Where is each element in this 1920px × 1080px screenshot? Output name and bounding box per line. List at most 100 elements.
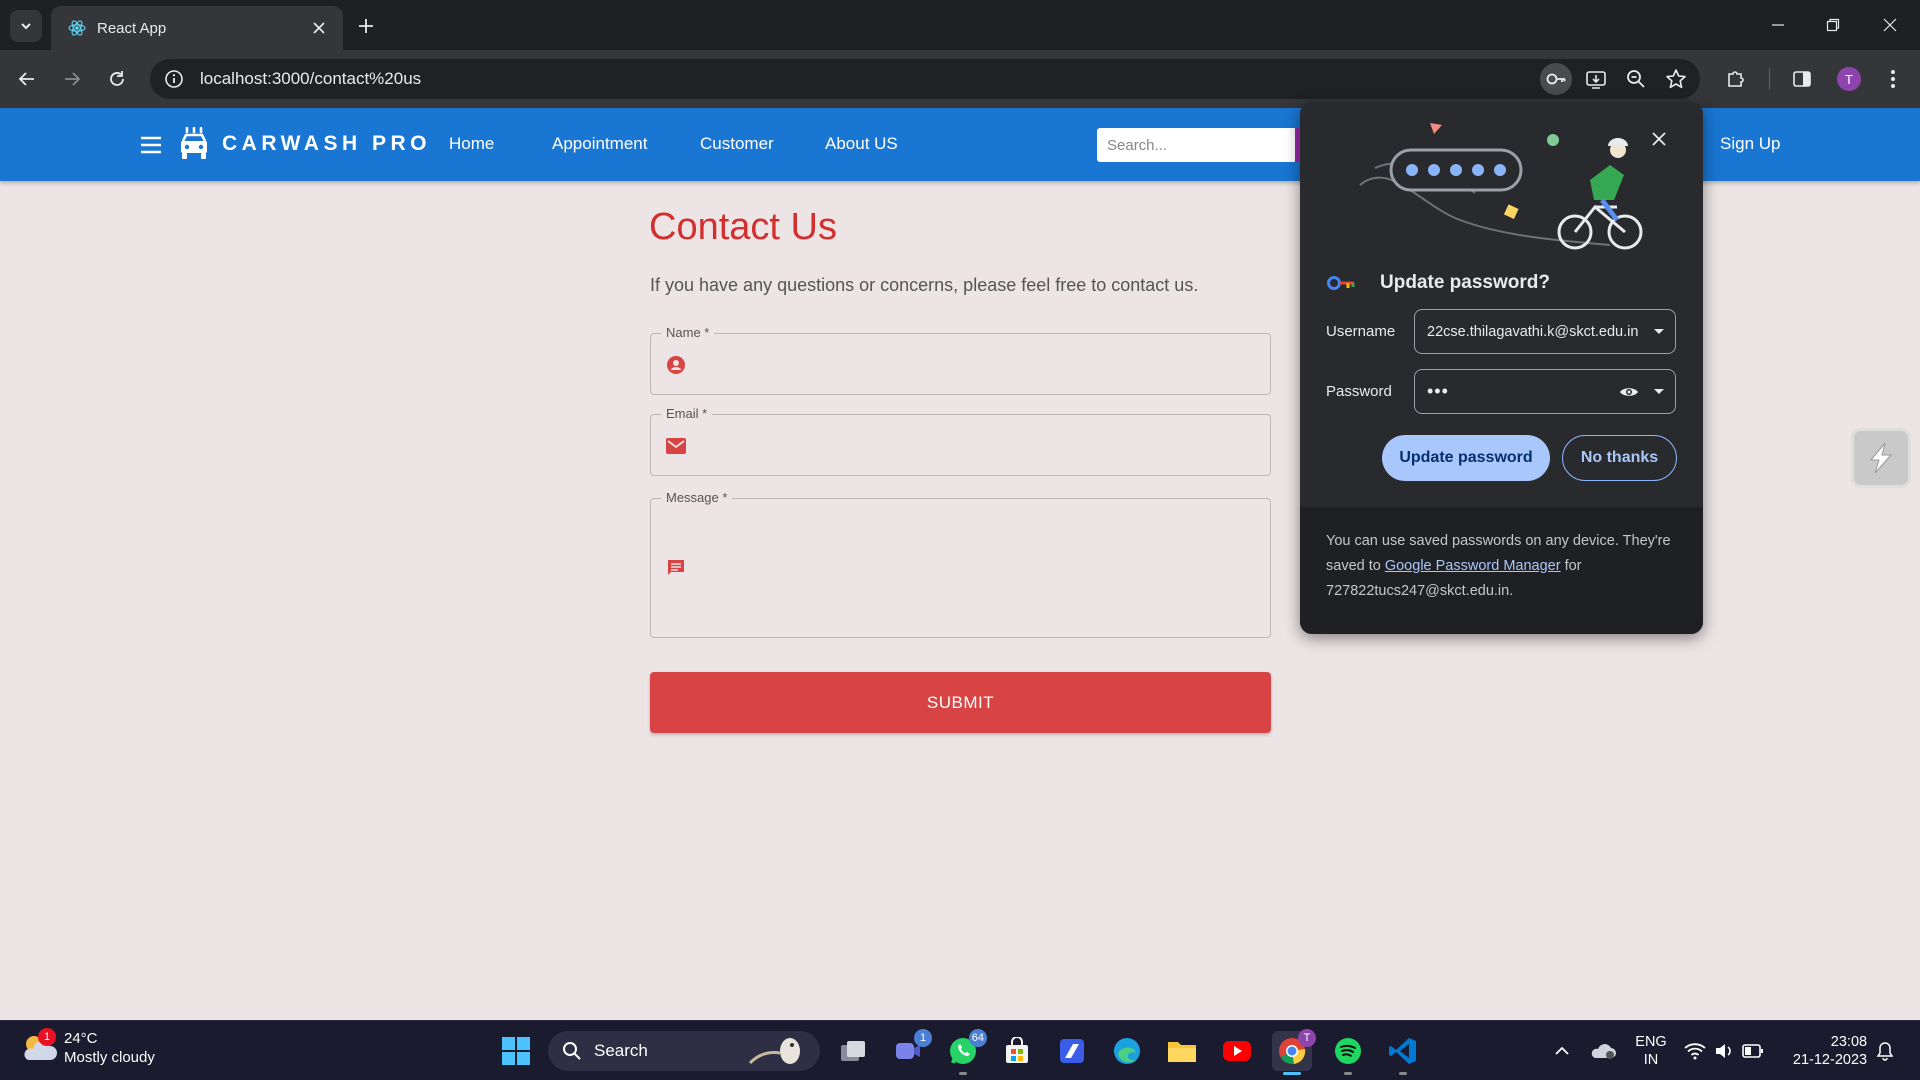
more-vert-icon (1891, 70, 1895, 88)
back-button[interactable] (11, 63, 43, 95)
task-view-button[interactable] (833, 1031, 873, 1071)
taskbar-search[interactable]: Search (548, 1031, 820, 1071)
reload-button[interactable] (101, 63, 133, 95)
toolbar-divider (1769, 68, 1770, 90)
message-icon (665, 557, 687, 579)
spotify-icon (1335, 1038, 1361, 1064)
submit-button[interactable]: SUBMIT (650, 672, 1271, 733)
nav-appointment[interactable]: Appointment (552, 134, 647, 154)
account-circle-icon (665, 354, 687, 376)
folder-icon (1168, 1042, 1196, 1062)
brand-name[interactable]: CARWASH PRO (222, 132, 431, 156)
notification-bell-icon (1876, 1042, 1894, 1061)
nav-about-us[interactable]: About US (825, 134, 898, 154)
password-select[interactable]: ••• (1414, 369, 1676, 414)
windows-logo-icon (502, 1037, 530, 1065)
password-key-icon[interactable] (1540, 63, 1572, 95)
plus-icon (359, 19, 373, 33)
restore-button[interactable] (1815, 10, 1851, 40)
minimize-button[interactable] (1760, 10, 1796, 40)
floating-widget-button[interactable] (1851, 428, 1911, 488)
clock[interactable]: 23:08 21-12-2023 (1782, 1033, 1878, 1069)
username-select[interactable]: 22cse.thilagavathi.k@skct.edu.in (1414, 309, 1676, 354)
running-indicator (1344, 1072, 1352, 1075)
browser-tab[interactable]: React App (51, 6, 343, 50)
close-window-button[interactable] (1872, 10, 1908, 40)
sign-up-button[interactable]: Sign Up (1720, 134, 1780, 154)
profile-button[interactable]: T (1833, 63, 1865, 95)
search-input[interactable] (1097, 128, 1297, 162)
edge-icon (1114, 1038, 1140, 1064)
search-button-edge[interactable] (1295, 128, 1299, 162)
youtube-icon (1223, 1041, 1251, 1061)
bubble-header: Update password? (1326, 272, 1550, 294)
email-label: Email * (661, 406, 713, 421)
install-app-icon[interactable] (1580, 63, 1612, 95)
nav-home[interactable]: Home (449, 134, 494, 154)
name-field[interactable]: Name * (650, 325, 1271, 395)
username-label: Username (1326, 323, 1396, 340)
email-field[interactable]: Email * (650, 406, 1271, 476)
power-automate-app[interactable] (1052, 1031, 1092, 1071)
nav-customer[interactable]: Customer (700, 134, 774, 154)
close-tab-icon[interactable] (309, 18, 329, 38)
chrome-menu-button[interactable] (1877, 63, 1909, 95)
whatsapp-badge: 64 (968, 1029, 987, 1047)
password-value: ••• (1427, 381, 1449, 401)
car-wash-icon (181, 127, 207, 159)
forward-button[interactable] (56, 63, 88, 95)
message-field[interactable]: Message * (650, 490, 1271, 638)
show-hidden-icons-button[interactable] (1550, 1033, 1574, 1069)
whatsapp-app[interactable]: 64 (943, 1029, 987, 1075)
eye-icon[interactable] (1615, 378, 1643, 406)
avatar: T (1837, 67, 1861, 91)
dropdown-arrow-icon[interactable] (1643, 376, 1675, 408)
restore-icon (1826, 18, 1840, 32)
weather-temp: 24°C (64, 1030, 98, 1047)
bubble-footer: You can use saved passwords on any devic… (1300, 507, 1703, 634)
search-icon (563, 1042, 581, 1060)
chevron-down-icon (21, 23, 31, 30)
vscode-app[interactable] (1383, 1031, 1423, 1075)
bookmark-star-icon[interactable] (1660, 63, 1692, 95)
onedrive-tray-icon[interactable] (1588, 1033, 1618, 1069)
password-manager-link[interactable]: Google Password Manager (1385, 558, 1561, 574)
zoom-icon[interactable] (1620, 63, 1652, 95)
update-password-button[interactable]: Update password (1382, 435, 1550, 481)
file-explorer-app[interactable] (1162, 1031, 1202, 1071)
site-info-icon[interactable] (162, 67, 186, 91)
notifications-button[interactable] (1872, 1033, 1898, 1069)
weather-desc: Mostly cloudy (64, 1049, 155, 1066)
email-icon (665, 435, 687, 457)
close-icon (1652, 132, 1666, 146)
close-bubble-button[interactable] (1646, 126, 1672, 152)
spotify-app[interactable] (1328, 1031, 1368, 1075)
no-thanks-button[interactable]: No thanks (1562, 435, 1677, 481)
extensions-button[interactable] (1720, 63, 1752, 95)
dropdown-arrow-icon[interactable] (1643, 316, 1675, 348)
new-tab-button[interactable] (352, 12, 380, 40)
edge-app[interactable] (1107, 1031, 1147, 1071)
partly-cloudy-icon: 1 (20, 1028, 58, 1066)
weather-widget[interactable]: 1 24°C Mostly cloudy (20, 1028, 155, 1067)
weather-alert-badge: 1 (38, 1028, 56, 1046)
chrome-app[interactable]: T (1272, 1029, 1316, 1075)
reload-icon (110, 71, 124, 86)
youtube-app[interactable] (1217, 1031, 1257, 1071)
tab-search-button[interactable] (10, 10, 42, 42)
url-text[interactable]: localhost:3000/contact%20us (200, 69, 421, 89)
start-button[interactable] (496, 1031, 536, 1071)
side-panel-button[interactable] (1786, 63, 1818, 95)
address-bar[interactable]: localhost:3000/contact%20us (150, 59, 1700, 99)
teams-badge: 1 (914, 1029, 932, 1047)
teams-app[interactable]: 1 (888, 1029, 932, 1071)
hamburger-menu-button[interactable] (136, 130, 166, 160)
battery-icon (1742, 1044, 1763, 1058)
bird-search-highlight-icon (748, 1038, 800, 1065)
page-subtitle: If you have any questions or concerns, p… (650, 275, 1199, 295)
volume-icon (1716, 1044, 1731, 1058)
microsoft-store-app[interactable] (997, 1031, 1037, 1071)
language-code: ENG (1635, 1034, 1667, 1050)
quick-settings-button[interactable] (1684, 1033, 1764, 1069)
language-indicator[interactable]: ENG IN (1628, 1033, 1674, 1069)
